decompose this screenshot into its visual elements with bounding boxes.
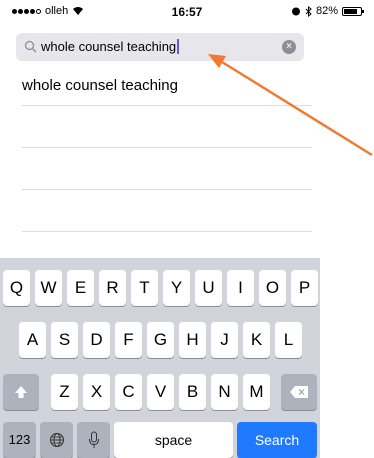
key-k[interactable]: K [243, 322, 270, 358]
key-a[interactable]: A [19, 322, 46, 358]
battery-icon [342, 6, 364, 16]
key-v[interactable]: V [147, 374, 174, 410]
key-i[interactable]: I [227, 270, 254, 306]
shift-arrow-icon [15, 386, 27, 398]
suggestion-text: whole counsel teaching [22, 77, 178, 94]
bluetooth-icon [305, 5, 312, 17]
key-p[interactable]: P [291, 270, 318, 306]
key-y[interactable]: Y [163, 270, 190, 306]
search-query: whole counsel teaching [41, 39, 177, 54]
key-o[interactable]: O [259, 270, 286, 306]
suggestion-row [22, 190, 312, 232]
delete-key[interactable] [281, 374, 317, 410]
search-key[interactable]: Search [237, 422, 317, 458]
globe-key[interactable] [40, 422, 73, 458]
dictation-key[interactable] [77, 422, 110, 458]
key-w[interactable]: W [35, 270, 62, 306]
key-d[interactable]: D [83, 322, 110, 358]
search-input[interactable]: whole counsel teaching [41, 39, 180, 54]
shift-key[interactable] [3, 374, 39, 410]
clear-search-button[interactable]: × [282, 40, 296, 54]
globe-icon [49, 433, 64, 447]
key-u[interactable]: U [195, 270, 222, 306]
key-s[interactable]: S [51, 322, 78, 358]
keyboard: Q W E R T Y U I O P A S D F G H J K L Z … [0, 258, 320, 458]
key-e[interactable]: E [67, 270, 94, 306]
suggestion-list: whole counsel teaching [0, 64, 374, 232]
key-l[interactable]: L [275, 322, 302, 358]
microphone-icon [88, 431, 99, 448]
key-x[interactable]: X [83, 374, 110, 410]
suggestion-row [22, 148, 312, 190]
key-h[interactable]: H [179, 322, 206, 358]
backspace-icon [290, 386, 308, 398]
alarm-icon [291, 7, 300, 16]
key-n[interactable]: N [211, 374, 238, 410]
key-f[interactable]: F [115, 322, 142, 358]
key-q[interactable]: Q [3, 270, 30, 306]
key-b[interactable]: B [179, 374, 206, 410]
key-t[interactable]: T [131, 270, 158, 306]
battery-percent: 82% [315, 5, 338, 17]
key-j[interactable]: J [211, 322, 238, 358]
space-key[interactable]: space [114, 422, 233, 458]
status-bar: olleh 16:57 82% [0, 0, 374, 22]
text-caret [177, 39, 180, 54]
numbers-key[interactable]: 123 [3, 422, 36, 458]
key-g[interactable]: G [147, 322, 174, 358]
key-r[interactable]: R [99, 270, 126, 306]
search-bar[interactable]: whole counsel teaching × [16, 33, 304, 61]
key-m[interactable]: M [243, 374, 270, 410]
suggestion-row [22, 106, 312, 148]
search-icon [24, 40, 37, 53]
key-z[interactable]: Z [51, 374, 78, 410]
suggestion-row[interactable]: whole counsel teaching [22, 64, 312, 106]
status-right: 82% [291, 5, 364, 17]
key-c[interactable]: C [115, 374, 142, 410]
